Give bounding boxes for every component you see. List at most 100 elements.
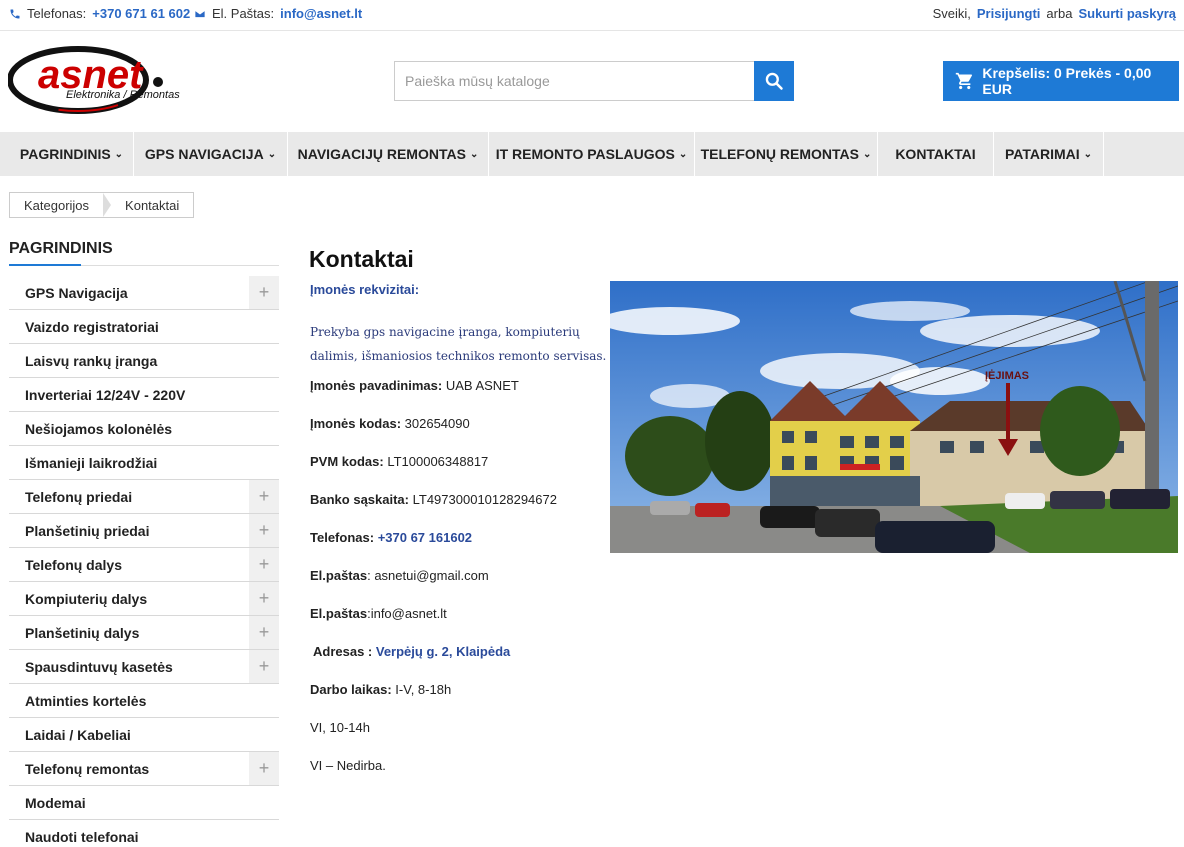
expand-plus-icon[interactable]: + bbox=[249, 616, 279, 649]
address-label: Adresas : bbox=[313, 644, 373, 659]
address-row: Adresas : Verpėjų g. 2, Klaipėda bbox=[313, 644, 613, 659]
sidebar-item-inverteriai[interactable]: Inverteriai 12/24V - 220V bbox=[9, 378, 279, 412]
breadcrumb-separator bbox=[103, 193, 112, 217]
nav-label: Telefonų remontas bbox=[700, 146, 859, 162]
email1-value: : asnetui@gmail.com bbox=[367, 568, 489, 583]
expand-plus-icon[interactable]: + bbox=[249, 582, 279, 615]
sidebar-item-vaizdo-registratoriai[interactable]: Vaizdo registratoriai bbox=[9, 310, 279, 344]
chevron-down-icon: ⌄ bbox=[863, 148, 872, 160]
company-code-row: Įmonės kodas: 302654090 bbox=[310, 416, 610, 431]
sidebar-item-naudoti-telefonai[interactable]: Naudoti telefonai bbox=[9, 820, 279, 847]
sidebar-item-korteles[interactable]: Atminties kortelės bbox=[9, 684, 279, 718]
sidebar-item-plansetiniu-dalys[interactable]: Planšetinių dalys + bbox=[9, 616, 279, 650]
sidebar-item-telefonu-priedai[interactable]: Telefonų priedai + bbox=[9, 480, 279, 514]
sidebar-item-laikrodziai[interactable]: Išmanieji laikrodžiai bbox=[9, 446, 279, 480]
cart-label: Krepšelis: 0 Prekės - 0,00 EUR bbox=[982, 65, 1152, 97]
sidebar-item-label: Inverteriai 12/24V - 220V bbox=[25, 386, 186, 403]
nav-item-gps[interactable]: GPS navigacija ⌄ bbox=[134, 132, 288, 176]
envelope-icon bbox=[194, 9, 206, 18]
expand-plus-icon[interactable]: + bbox=[249, 276, 279, 309]
breadcrumb: Kategorijos Kontaktai bbox=[9, 192, 195, 218]
nav-label: GPS navigacija bbox=[144, 146, 264, 162]
phone-label: Telefonas: bbox=[310, 530, 375, 545]
nav-item-pagrindinis[interactable]: Pagrindinis ⌄ bbox=[10, 132, 134, 176]
company-name-row: Įmonės pavadinimas: UAB ASNET bbox=[310, 378, 610, 393]
nav-item-tips[interactable]: Patarimai ⌄ bbox=[994, 132, 1104, 176]
main-nav: Pagrindinis ⌄ GPS navigacija ⌄ Navigacijų … bbox=[0, 132, 1184, 176]
hours-weekdays: I-V, 8-18h bbox=[395, 682, 452, 697]
search-button[interactable] bbox=[754, 61, 794, 101]
sidebar-item-gps-navigacija[interactable]: GPS Navigacija + bbox=[9, 276, 279, 310]
sidebar-item-plansetiniu-priedai[interactable]: Planšetinių priedai + bbox=[9, 514, 279, 548]
site-logo[interactable]: asnet Elektronika / Remontas bbox=[7, 42, 188, 116]
expand-plus-icon[interactable]: + bbox=[249, 752, 279, 785]
sidebar-item-kompiuteriu-dalys[interactable]: Kompiuterių dalys + bbox=[9, 582, 279, 616]
sidebar-item-label: Vaizdo registratoriai bbox=[25, 318, 159, 335]
sidebar-item-telefonu-dalys[interactable]: Telefonų dalys + bbox=[9, 548, 279, 582]
login-link[interactable]: Prisijungti bbox=[977, 6, 1041, 21]
phone-link[interactable]: +370 67 161602 bbox=[378, 530, 472, 545]
sidebar-item-label: Kompiuterių dalys bbox=[25, 590, 148, 607]
email1-label: El.paštas bbox=[310, 568, 368, 583]
sidebar-item-label: Telefonų dalys bbox=[25, 556, 122, 573]
company-name-label: Įmonės pavadinimas: bbox=[310, 378, 443, 393]
phone-link[interactable]: +370 671 61 602 bbox=[92, 6, 190, 21]
nav-item-navigation-repair[interactable]: Navigacijų remontas ⌄ bbox=[288, 132, 489, 176]
bank-row: Banko sąskaita: LT497300010128294672 bbox=[310, 492, 610, 507]
cart-button[interactable]: Krepšelis: 0 Prekės - 0,00 EUR bbox=[943, 61, 1179, 101]
company-code-value: 302654090 bbox=[404, 416, 470, 431]
sidebar-item-telefonu-remontas[interactable]: Telefonų remontas + bbox=[9, 752, 279, 786]
sidebar-item-modemai[interactable]: Modemai bbox=[9, 786, 279, 820]
expand-plus-icon[interactable]: + bbox=[249, 548, 279, 581]
nav-item-it-repair[interactable]: IT remonto paslaugos ⌄ bbox=[489, 132, 695, 176]
vat-value: LT100006348817 bbox=[387, 454, 489, 469]
expand-plus-icon[interactable]: + bbox=[249, 514, 279, 547]
sidebar-item-laidai[interactable]: Laidai / Kabeliai bbox=[9, 718, 279, 752]
sidebar-item-kasetes[interactable]: Spausdintuvų kasetės + bbox=[9, 650, 279, 684]
register-link[interactable]: Sukurti paskyrą bbox=[1078, 6, 1176, 21]
breadcrumb-item-categories[interactable]: Kategorijos bbox=[10, 193, 103, 217]
vat-row: PVM kodas: LT100006348817 bbox=[310, 454, 610, 469]
phone-label: Telefonas: bbox=[27, 6, 87, 21]
email2-row: El.paštas:info@asnet.lt bbox=[310, 606, 610, 621]
chevron-down-icon: ⌄ bbox=[267, 148, 277, 160]
sidebar-title: PAGRINDINIS bbox=[9, 240, 113, 257]
chevron-down-icon: ⌄ bbox=[1083, 148, 1093, 160]
sidebar-item-label: Naudoti telefonai bbox=[25, 828, 139, 845]
chevron-down-icon: ⌄ bbox=[678, 148, 688, 160]
email1-row: El.paštas: asnetui@gmail.com bbox=[310, 568, 610, 583]
chevron-down-icon: ⌄ bbox=[114, 148, 124, 160]
company-description: Prekyba gps navigacine įranga, kompiuter… bbox=[310, 325, 607, 363]
nav-item-contacts[interactable]: Kontaktai bbox=[878, 132, 994, 176]
nav-label: IT remonto paslaugos bbox=[495, 146, 675, 162]
storefront-photo: ĮĖJIMAS bbox=[610, 281, 1178, 553]
sidebar-item-kolonéles[interactable]: Nešiojamos kolonėlės bbox=[9, 412, 279, 446]
email-link[interactable]: info@asnet.lt bbox=[280, 6, 362, 21]
sidebar-item-label: Laidai / Kabeliai bbox=[25, 726, 131, 743]
phone-icon bbox=[10, 9, 20, 18]
hours-row: Darbo laikas: I-V, 8-18h bbox=[310, 682, 610, 697]
expand-plus-icon[interactable]: + bbox=[249, 650, 279, 683]
sidebar-title-underline bbox=[9, 264, 279, 266]
expand-plus-icon[interactable]: + bbox=[249, 480, 279, 513]
logo-tagline: Elektronika / Remontas bbox=[66, 89, 180, 101]
top-bar: Telefonas: +370 671 61 602 El. Paštas: i… bbox=[0, 0, 1184, 31]
sidebar-item-label: Telefonų priedai bbox=[25, 488, 133, 505]
sidebar-item-label: Atminties kortelės bbox=[25, 692, 147, 709]
cart-icon bbox=[955, 72, 972, 90]
sidebar-item-label: Išmanieji laikrodžiai bbox=[25, 454, 158, 471]
company-name-value: UAB ASNET bbox=[445, 378, 519, 393]
sidebar-item-label: Planšetinių priedai bbox=[25, 522, 150, 539]
sidebar-item-laisvu-ranku[interactable]: Laisvų rankų įranga bbox=[9, 344, 279, 378]
vat-label: PVM kodas: bbox=[310, 454, 384, 469]
sidebar-item-label: Planšetinių dalys bbox=[25, 624, 140, 641]
nav-item-phone-repair[interactable]: Telefonų remontas ⌄ bbox=[695, 132, 878, 176]
sidebar-item-label: Modemai bbox=[25, 794, 86, 811]
company-code-label: Įmonės kodas: bbox=[310, 416, 402, 431]
email-label: El. Paštas: bbox=[212, 6, 275, 21]
bank-value: LT497300010128294672 bbox=[412, 492, 557, 507]
search-input[interactable] bbox=[394, 61, 754, 101]
address-link[interactable]: Verpėjų g. 2, Klaipėda bbox=[376, 644, 510, 659]
sidebar-item-label: Nešiojamos kolonėlės bbox=[25, 420, 173, 437]
greeting-text: Sveiki, bbox=[932, 6, 971, 21]
